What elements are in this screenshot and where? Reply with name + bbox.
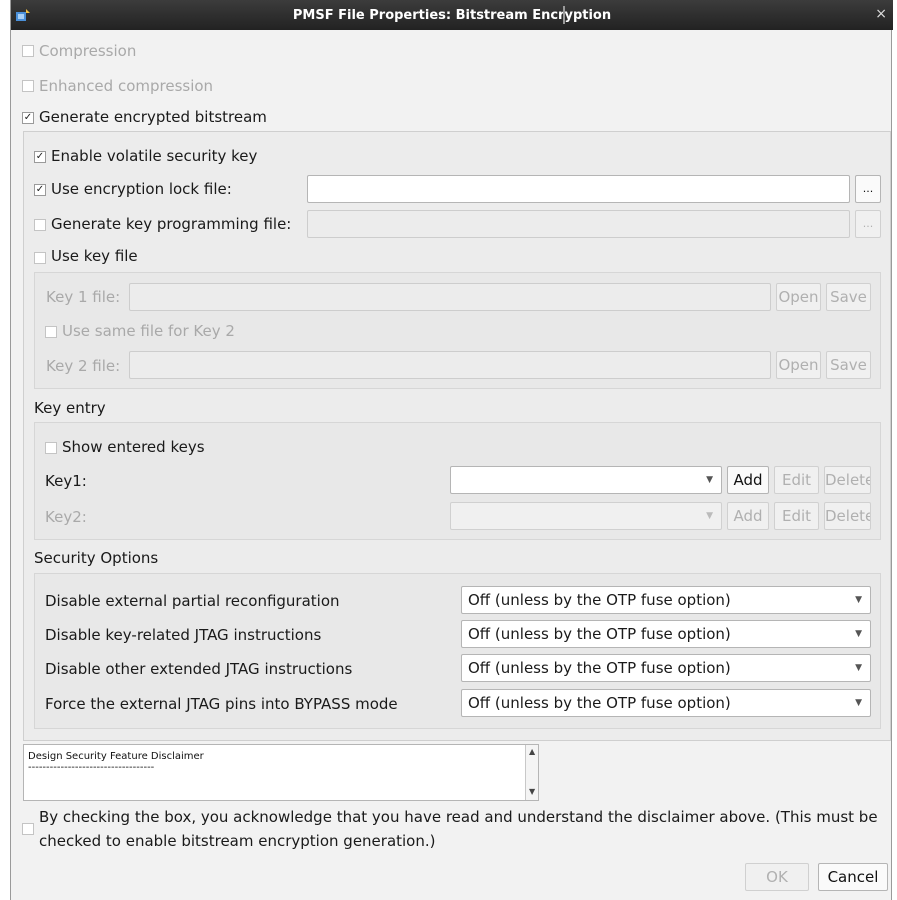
key-entry-group: Show entered keys Key1: ▼ Add Edit Delet… <box>34 422 881 540</box>
disclaimer-scrollbar[interactable]: ▲ ▼ <box>525 745 538 800</box>
key1-add-button[interactable]: Add <box>727 466 769 494</box>
use-key-file-label: Use key file <box>51 247 138 265</box>
security-options-title: Security Options <box>34 549 159 567</box>
show-keys-checkbox[interactable] <box>45 442 57 454</box>
key-file-group: Key 1 file: Open Save Use same file for … <box>34 272 881 389</box>
encryption-group: ✓ Enable volatile security key ✓ Use enc… <box>23 131 891 741</box>
lock-file-input[interactable] <box>307 175 850 203</box>
key1-file-input[interactable] <box>129 283 771 311</box>
key-prog-file-browse-button[interactable]: ... <box>855 210 881 238</box>
close-icon[interactable]: × <box>875 6 887 22</box>
generate-encrypted-checkbox[interactable]: ✓ <box>22 112 34 124</box>
key-prog-file-checkbox[interactable] <box>34 219 46 231</box>
key2-file-input[interactable] <box>129 351 771 379</box>
use-key-file-checkbox[interactable] <box>34 252 46 264</box>
security-row-label: Disable key-related JTAG instructions <box>45 626 322 644</box>
key2-open-button[interactable]: Open <box>776 351 821 379</box>
key1-edit-button[interactable]: Edit <box>774 466 819 494</box>
key1-combo[interactable]: ▼ <box>450 466 722 494</box>
acknowledge-checkbox[interactable] <box>22 823 34 835</box>
combo-value: Off (unless by the OTP fuse option) <box>468 694 731 712</box>
key2-file-label: Key 2 file: <box>46 357 121 375</box>
security-row-label: Force the external JTAG pins into BYPASS… <box>45 695 398 713</box>
show-keys-label: Show entered keys <box>62 438 205 456</box>
combo-value: Off (unless by the OTP fuse option) <box>468 659 731 677</box>
disclaimer-rule: ----------------------------------- <box>28 762 155 773</box>
security-row-combo[interactable]: Off (unless by the OTP fuse option) ▼ <box>461 689 871 717</box>
enhanced-compression-label: Enhanced compression <box>39 77 214 95</box>
title-bar[interactable]: PMSF File Properties: Bitstream Encrypti… <box>11 0 893 30</box>
security-row-label: Disable other extended JTAG instructions <box>45 660 353 678</box>
chevron-down-icon: ▼ <box>855 595 862 605</box>
enhanced-compression-checkbox[interactable] <box>22 80 34 92</box>
ok-label: OK <box>766 868 788 886</box>
security-options-group: Disable external partial reconfiguration… <box>34 573 881 729</box>
scroll-down-icon[interactable]: ▼ <box>529 787 535 796</box>
volatile-key-label: Enable volatile security key <box>51 147 258 165</box>
acknowledge-line1: By checking the box, you acknowledge tha… <box>39 808 878 826</box>
combo-value: Off (unless by the OTP fuse option) <box>468 625 731 643</box>
lock-file-label: Use encryption lock file: <box>51 180 232 198</box>
same-file-checkbox[interactable] <box>45 326 57 338</box>
key2-delete-button[interactable]: Delete <box>824 502 871 530</box>
key1-save-button[interactable]: Save <box>826 283 871 311</box>
generate-encrypted-label: Generate encrypted bitstream <box>39 108 267 126</box>
key-prog-file-label: Generate key programming file: <box>51 215 292 233</box>
disclaimer-title: Design Security Feature Disclaimer <box>28 751 204 762</box>
key2-label: Key2: <box>45 508 87 526</box>
key2-add-button[interactable]: Add <box>727 502 769 530</box>
dialog-window: PMSF File Properties: Bitstream Encrypti… <box>10 0 893 900</box>
acknowledge-line2: checked to enable bitstream encryption g… <box>39 832 436 850</box>
disclaimer-box[interactable]: Design Security Feature Disclaimer -----… <box>23 744 539 801</box>
security-row-combo[interactable]: Off (unless by the OTP fuse option) ▼ <box>461 620 871 648</box>
chevron-down-icon: ▼ <box>855 698 862 708</box>
compression-checkbox[interactable] <box>22 45 34 57</box>
volatile-key-checkbox[interactable]: ✓ <box>34 151 46 163</box>
title-separator <box>563 6 565 24</box>
cancel-button[interactable]: Cancel <box>818 863 888 891</box>
key1-file-label: Key 1 file: <box>46 288 121 306</box>
window-title: PMSF File Properties: Bitstream Encrypti… <box>292 8 612 23</box>
chevron-down-icon: ▼ <box>706 511 713 521</box>
cancel-label: Cancel <box>827 868 879 886</box>
chevron-down-icon: ▼ <box>706 475 713 485</box>
compression-label: Compression <box>39 42 137 60</box>
scroll-up-icon[interactable]: ▲ <box>529 747 535 756</box>
lock-file-checkbox[interactable]: ✓ <box>34 184 46 196</box>
ok-button[interactable]: OK <box>745 863 809 891</box>
key2-save-button[interactable]: Save <box>826 351 871 379</box>
key2-combo[interactable]: ▼ <box>450 502 722 530</box>
chevron-down-icon: ▼ <box>855 629 862 639</box>
key-entry-title: Key entry <box>34 399 106 417</box>
key1-label: Key1: <box>45 472 87 490</box>
key-prog-file-input[interactable] <box>307 210 850 238</box>
security-row-combo[interactable]: Off (unless by the OTP fuse option) ▼ <box>461 654 871 682</box>
combo-value: Off (unless by the OTP fuse option) <box>468 591 731 609</box>
key1-open-button[interactable]: Open <box>776 283 821 311</box>
same-file-label: Use same file for Key 2 <box>62 322 235 340</box>
key1-delete-button[interactable]: Delete <box>824 466 871 494</box>
lock-file-browse-button[interactable]: ... <box>855 175 881 203</box>
chevron-down-icon: ▼ <box>855 663 862 673</box>
security-row-combo[interactable]: Off (unless by the OTP fuse option) ▼ <box>461 586 871 614</box>
key2-edit-button[interactable]: Edit <box>774 502 819 530</box>
security-row-label: Disable external partial reconfiguration <box>45 592 340 610</box>
